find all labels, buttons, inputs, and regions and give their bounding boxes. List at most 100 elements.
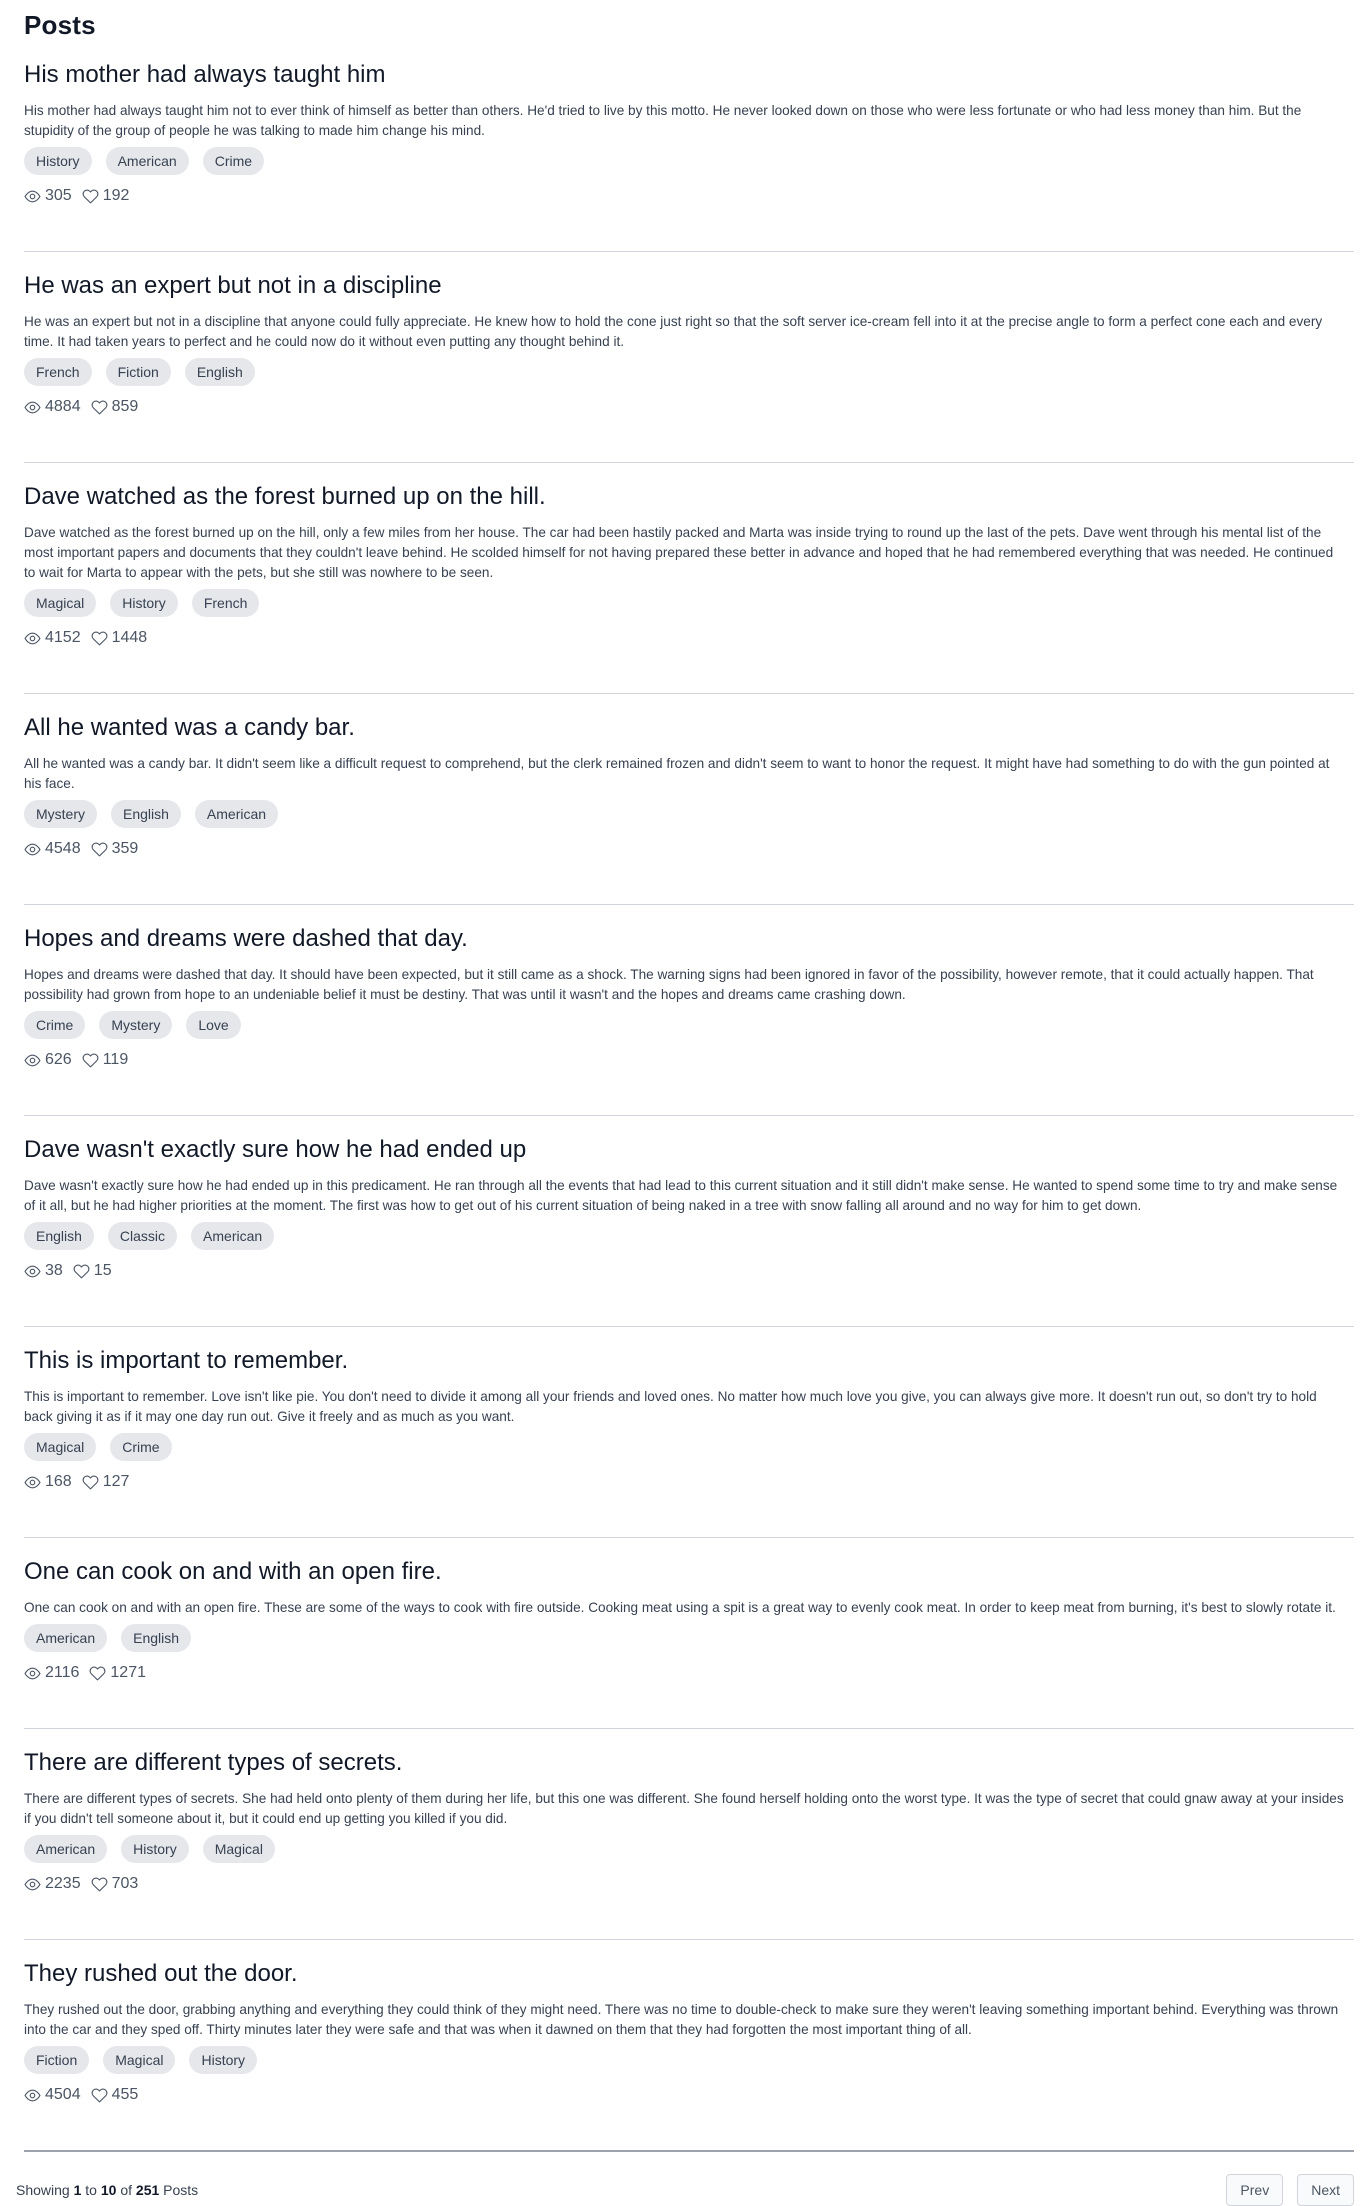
heart-icon	[91, 1876, 108, 1893]
eye-icon	[24, 1263, 41, 1280]
views-count: 4504	[45, 2086, 81, 2103]
views-stat: 626	[24, 1051, 72, 1069]
tag-chip[interactable]: Magical	[103, 2046, 176, 2074]
post-title[interactable]: Dave watched as the forest burned up on …	[24, 481, 1354, 513]
likes-count: 359	[111, 840, 139, 857]
post-title[interactable]: Hopes and dreams were dashed that day.	[24, 923, 1354, 955]
eye-icon	[24, 1052, 41, 1069]
post-stats: 168 127	[24, 1473, 1354, 1491]
post-title[interactable]: They rushed out the door.	[24, 1958, 1354, 1990]
pager: Prev Next	[1226, 2174, 1354, 2206]
tag-chip[interactable]: American	[105, 147, 189, 175]
post-title[interactable]: This is important to remember.	[24, 1345, 1354, 1377]
post-stats: 2235 703	[24, 1875, 1354, 1893]
post-item: All he wanted was a candy bar. All he wan…	[24, 712, 1354, 905]
post-title[interactable]: Dave wasn't exactly sure how he had ende…	[24, 1134, 1354, 1166]
tag-chip[interactable]: Love	[186, 1011, 241, 1039]
likes-count: 455	[111, 2086, 139, 2103]
likes-stat: 119	[82, 1051, 128, 1069]
tag-list: Fiction Magical History	[24, 2046, 1354, 2074]
views-count: 2116	[45, 1664, 80, 1681]
tag-chip[interactable]: Classic	[107, 1222, 178, 1250]
tag-chip[interactable]: American	[191, 1222, 275, 1250]
post-stats: 38 15	[24, 1262, 1354, 1280]
prev-button[interactable]: Prev	[1226, 2174, 1284, 2206]
post-stats: 4152 1448	[24, 629, 1354, 647]
likes-stat: 192	[82, 187, 130, 205]
post-item: There are different types of secrets. The…	[24, 1747, 1354, 1940]
tag-list: Crime Mystery Love	[24, 1011, 1354, 1039]
eye-icon	[24, 1665, 41, 1682]
eye-icon	[24, 399, 41, 416]
post-body: Dave wasn't exactly sure how he had ende…	[24, 1178, 1338, 1213]
eye-icon	[24, 1474, 41, 1491]
post-item: Dave watched as the forest burned up on …	[24, 481, 1354, 694]
tag-list: History American Crime	[24, 147, 1354, 175]
post-stats: 626 119	[24, 1051, 1354, 1069]
post-body: Hopes and dreams were dashed that day. I…	[24, 967, 1314, 1002]
post-list: His mother had always taught him His moth…	[24, 59, 1354, 2152]
eye-icon	[24, 1876, 41, 1893]
post-body: His mother had always taught him not to …	[24, 103, 1302, 138]
tag-chip[interactable]: English	[111, 800, 181, 828]
likes-count: 192	[102, 187, 130, 204]
tag-chip[interactable]: Mystery	[99, 1011, 173, 1039]
likes-stat: 703	[91, 1875, 139, 1893]
post-title[interactable]: He was an expert but not in a discipline	[24, 270, 1354, 302]
views-count: 2235	[45, 1875, 81, 1892]
tag-chip[interactable]: French	[191, 589, 260, 617]
tag-chip[interactable]: French	[24, 358, 92, 386]
eye-icon	[24, 841, 41, 858]
post-item: This is important to remember. This is im…	[24, 1345, 1354, 1538]
tag-list: Magical History French	[24, 589, 1354, 617]
post-body: He was an expert but not in a discipline…	[24, 314, 1323, 349]
views-count: 4548	[45, 840, 81, 857]
likes-count: 127	[102, 1473, 130, 1490]
total-count: 251	[135, 2182, 160, 2198]
tag-chip[interactable]: American	[24, 1835, 108, 1863]
tag-chip[interactable]: English	[121, 1624, 192, 1652]
post-item: One can cook on and with an open fire. On…	[24, 1556, 1354, 1729]
tag-chip[interactable]: English	[24, 1222, 94, 1250]
views-count: 626	[45, 1051, 72, 1068]
post-body: They rushed out the door, grabbing anyth…	[24, 2002, 1339, 2037]
tag-list: Magical Crime	[24, 1433, 1354, 1461]
likes-count: 859	[111, 398, 139, 415]
tag-chip[interactable]: American	[194, 800, 279, 828]
tag-chip[interactable]: Mystery	[24, 800, 97, 828]
post-stats: 2116 1271	[24, 1664, 1354, 1682]
tag-chip[interactable]: Crime	[110, 1433, 172, 1461]
views-count: 4884	[45, 398, 81, 415]
post-title[interactable]: His mother had always taught him	[24, 59, 1354, 91]
post-title[interactable]: All he wanted was a candy bar.	[24, 712, 1354, 744]
tag-chip[interactable]: Magical	[24, 1433, 97, 1461]
tag-chip[interactable]: Magical	[202, 1835, 275, 1863]
tag-chip[interactable]: Crime	[24, 1011, 86, 1039]
tag-chip[interactable]: History	[24, 147, 92, 175]
post-stats: 305 192	[24, 187, 1354, 205]
views-stat: 4548	[24, 840, 81, 858]
page-title: Posts	[24, 10, 96, 40]
post-title[interactable]: There are different types of secrets.	[24, 1747, 1354, 1779]
post-body: One can cook on and with an open fire. T…	[24, 1600, 1336, 1615]
post-stats: 4884 859	[24, 398, 1354, 416]
tag-list: American History Magical	[24, 1835, 1354, 1863]
views-stat: 4152	[24, 629, 81, 647]
tag-chip[interactable]: History	[189, 2046, 258, 2074]
items-label: Posts	[163, 2182, 199, 2198]
views-stat: 168	[24, 1473, 72, 1491]
tag-chip[interactable]: Fiction	[105, 358, 171, 386]
likes-count: 703	[111, 1875, 139, 1892]
tag-chip[interactable]: Crime	[202, 147, 265, 175]
tag-chip[interactable]: American	[24, 1624, 108, 1652]
post-title[interactable]: One can cook on and with an open fire.	[24, 1556, 1354, 1588]
tag-chip[interactable]: English	[184, 358, 255, 386]
tag-chip[interactable]: History	[121, 1835, 189, 1863]
tag-chip[interactable]: Magical	[24, 589, 97, 617]
tag-chip[interactable]: History	[110, 589, 178, 617]
tag-chip[interactable]: Fiction	[24, 2046, 90, 2074]
views-count: 38	[45, 1262, 63, 1279]
pagination-footer: Showing 1 to 10 of 251 Posts Prev Next	[16, 2152, 1354, 2206]
next-button[interactable]: Next	[1297, 2174, 1354, 2206]
tag-list: American English	[24, 1624, 1354, 1652]
